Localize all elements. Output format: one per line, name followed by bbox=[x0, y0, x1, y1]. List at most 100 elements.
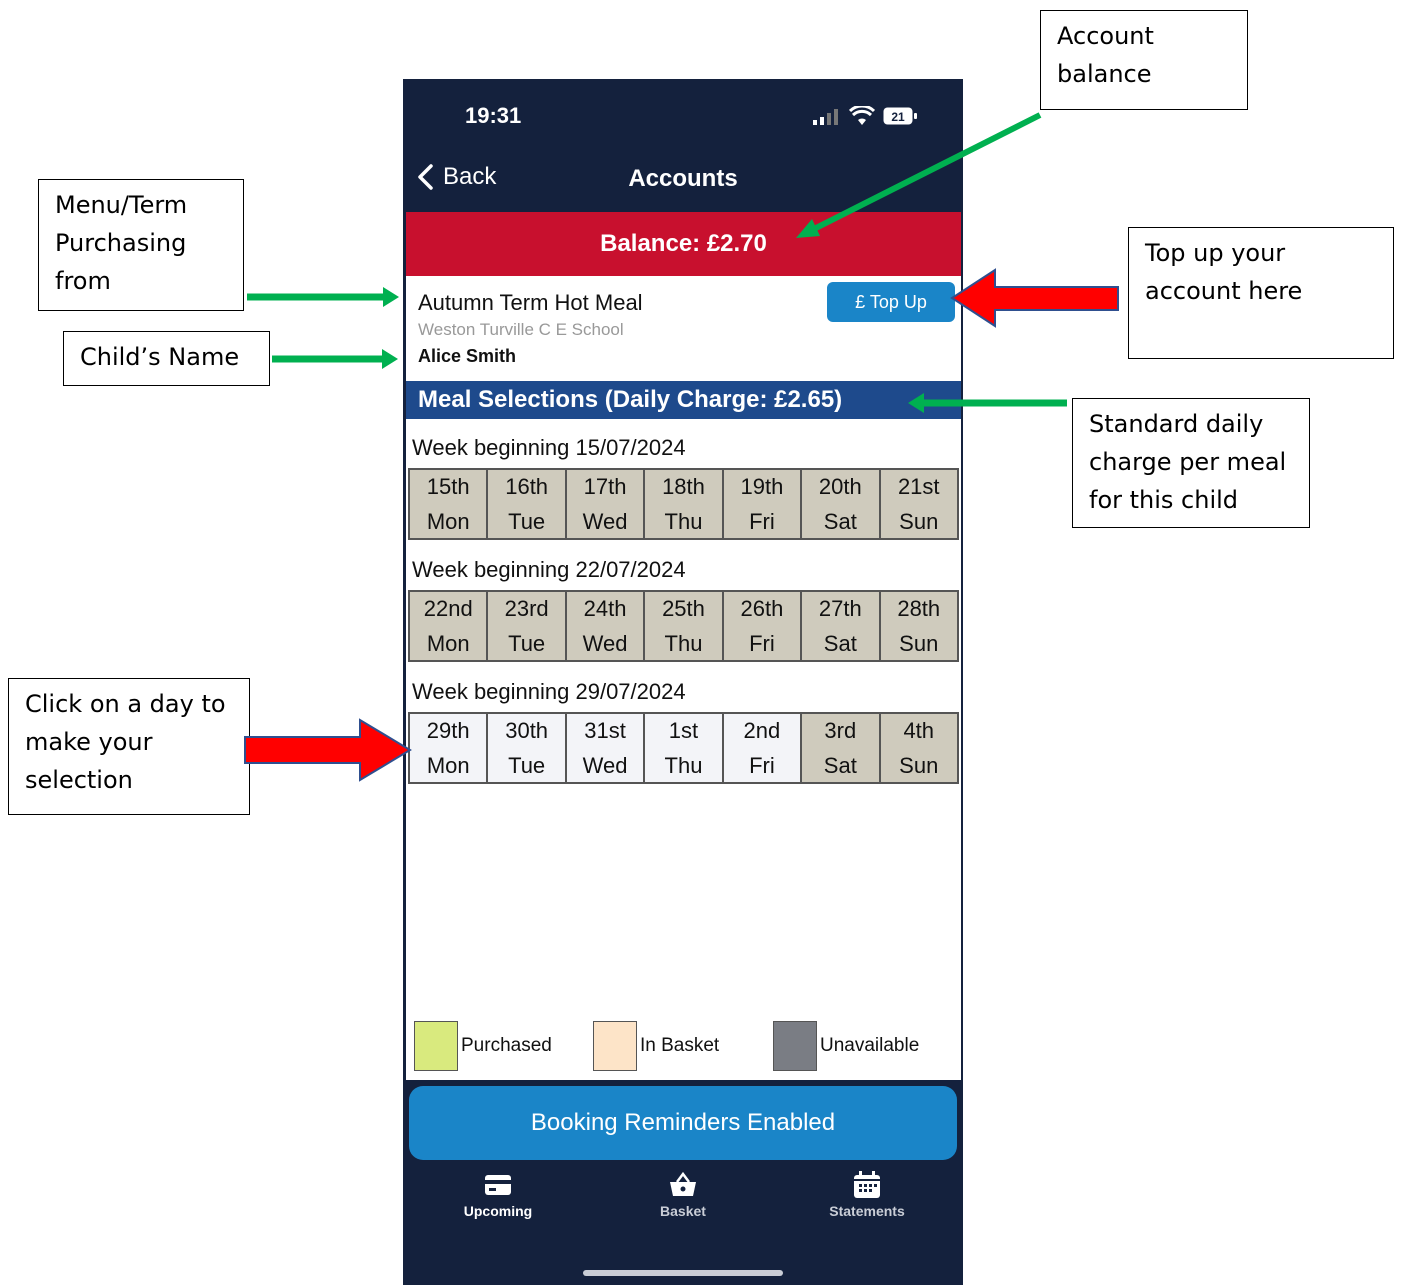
school-name: Weston Turville C E School bbox=[418, 320, 624, 339]
day-cell[interactable]: 24th Wed bbox=[566, 592, 646, 660]
status-bar: 19:31 21 bbox=[403, 79, 963, 151]
day-date: 30th bbox=[505, 718, 549, 743]
day-cell[interactable]: 19th Fri bbox=[723, 470, 803, 538]
card-icon bbox=[485, 1175, 511, 1195]
booking-reminders-button[interactable]: Booking Reminders Enabled bbox=[409, 1086, 957, 1160]
day-cell[interactable]: 2nd Fri bbox=[723, 714, 803, 782]
legend: Purchased In Basket Unavailable bbox=[406, 1021, 961, 1073]
day-date: 18th bbox=[662, 474, 705, 499]
day-cell[interactable]: 25th Thu bbox=[645, 592, 724, 660]
purchased-swatch bbox=[414, 1021, 458, 1071]
day-date: 27th bbox=[818, 596, 862, 621]
calendar-icon bbox=[854, 1171, 880, 1198]
tab-bar: Upcoming Basket Statements bbox=[403, 1169, 963, 1239]
week-row: 29th Mon 30th Tue 31st Wed 1st Thu 2nd Fri 3rd Sat 4… bbox=[408, 712, 959, 784]
annotation-click-day: Click on a day to make your selection bbox=[8, 678, 250, 815]
day-date: 31st bbox=[584, 718, 626, 743]
unavailable-swatch bbox=[773, 1021, 817, 1071]
unavailable-label: Unavailable bbox=[820, 1035, 920, 1056]
home-indicator bbox=[583, 1270, 783, 1276]
day-cell[interactable]: 15th Mon bbox=[410, 470, 489, 538]
green-arrow-icon bbox=[272, 349, 398, 369]
day-date: 26th bbox=[740, 596, 784, 621]
week-row: 15th Mon 16th Tue 17th Wed 18th Thu 19th Fri 20th S… bbox=[408, 468, 959, 540]
week-label: Week beginning 22/07/2024 bbox=[412, 557, 686, 582]
day-cell[interactable]: 27th Sat bbox=[802, 592, 881, 660]
meal-selections-header: Meal Selections (Daily Charge: £2.65) bbox=[406, 381, 961, 419]
phone-screen: 19:31 21 Back Accounts Balance: £2.70 Au… bbox=[403, 79, 963, 1285]
day-cell[interactable]: 28th Sun bbox=[880, 592, 957, 660]
tab-upcoming[interactable]: Upcoming bbox=[423, 1169, 573, 1219]
day-date: 21st bbox=[897, 474, 940, 499]
account-name: Autumn Term Hot Meal bbox=[418, 290, 643, 315]
day-weekday: Fri bbox=[749, 509, 775, 534]
day-date: 22nd bbox=[423, 596, 473, 621]
day-date: 1st bbox=[668, 718, 699, 743]
day-date: 17th bbox=[583, 474, 627, 499]
day-cell[interactable]: 31st Wed bbox=[566, 714, 646, 782]
top-up-button[interactable]: £ Top Up bbox=[827, 282, 955, 322]
day-weekday: Mon bbox=[426, 753, 470, 778]
annotation-account-balance: Account balance bbox=[1040, 10, 1248, 110]
day-cell[interactable]: 30th Tue bbox=[488, 714, 567, 782]
day-weekday: Sun bbox=[899, 631, 939, 656]
day-weekday: Tue bbox=[508, 753, 546, 778]
day-cell[interactable]: 21st Sun bbox=[880, 470, 957, 538]
week-row: 22nd Mon 23rd Tue 24th Wed 25th Thu 26th Fri 27th S… bbox=[408, 590, 959, 662]
wifi-icon bbox=[849, 106, 875, 125]
green-arrow-icon bbox=[247, 287, 399, 307]
day-date: 28th bbox=[897, 596, 941, 621]
day-weekday: Tue bbox=[508, 509, 546, 534]
tab-statements-label: Statements bbox=[829, 1203, 905, 1219]
cellular-signal-icon bbox=[813, 109, 838, 125]
day-cell[interactable]: 26th Fri bbox=[723, 592, 803, 660]
day-date: 2nd bbox=[743, 718, 781, 743]
day-weekday: Wed bbox=[582, 509, 628, 534]
day-date: 19th bbox=[740, 474, 784, 499]
annotation-menu-term: Menu/Term Purchasing from bbox=[38, 179, 244, 311]
red-arrow-icon bbox=[950, 268, 1119, 328]
day-date: 24th bbox=[583, 596, 627, 621]
day-cell[interactable]: 29th Mon bbox=[410, 714, 489, 782]
day-date: 3rd bbox=[824, 718, 857, 743]
tab-statements[interactable]: Statements bbox=[792, 1169, 942, 1219]
status-time: 19:31 bbox=[465, 103, 522, 128]
page-title: Accounts bbox=[628, 165, 738, 192]
tab-basket[interactable]: Basket bbox=[608, 1169, 758, 1219]
day-date: 16th bbox=[505, 474, 549, 499]
day-date: 29th bbox=[426, 718, 470, 743]
day-date: 25th bbox=[662, 596, 705, 621]
day-date: 23rd bbox=[504, 596, 549, 621]
week-label: Week beginning 15/07/2024 bbox=[412, 435, 686, 460]
battery-icon: 21 bbox=[883, 107, 917, 125]
day-date: 20th bbox=[818, 474, 862, 499]
day-weekday: Mon bbox=[426, 509, 470, 534]
day-cell[interactable]: 16th Tue bbox=[488, 470, 567, 538]
day-cell[interactable]: 22nd Mon bbox=[410, 592, 489, 660]
day-weekday: Thu bbox=[664, 509, 703, 534]
day-weekday: Mon bbox=[426, 631, 470, 656]
day-cell[interactable]: 20th Sat bbox=[802, 470, 881, 538]
day-weekday: Sun bbox=[899, 753, 939, 778]
day-weekday: Fri bbox=[749, 631, 775, 656]
day-cell[interactable]: 1st Thu bbox=[645, 714, 724, 782]
annotation-daily-charge: Standard daily charge per meal for this … bbox=[1072, 398, 1310, 528]
tab-basket-label: Basket bbox=[660, 1203, 706, 1219]
navigation-bar: Back Accounts bbox=[403, 151, 963, 213]
day-date: 15th bbox=[426, 474, 470, 499]
day-cell[interactable]: 4th Sun bbox=[880, 714, 957, 782]
day-cell[interactable]: 17th Wed bbox=[566, 470, 646, 538]
tab-upcoming-label: Upcoming bbox=[463, 1203, 533, 1219]
day-date: 4th bbox=[903, 718, 935, 743]
annotation-top-up: Top up your account here bbox=[1128, 227, 1394, 359]
day-cell[interactable]: 23rd Tue bbox=[488, 592, 567, 660]
day-cell[interactable]: 3rd Sat bbox=[802, 714, 881, 782]
in-basket-swatch bbox=[593, 1021, 637, 1071]
balance-banner: Balance: £2.70 bbox=[406, 212, 961, 276]
in-basket-label: In Basket bbox=[640, 1035, 720, 1056]
day-weekday: Sat bbox=[823, 631, 857, 656]
day-cell[interactable]: 18th Thu bbox=[645, 470, 724, 538]
day-weekday: Thu bbox=[664, 753, 703, 778]
day-weekday: Fri bbox=[749, 753, 775, 778]
account-content: Balance: £2.70 Autumn Term Hot Meal West… bbox=[406, 212, 961, 1080]
